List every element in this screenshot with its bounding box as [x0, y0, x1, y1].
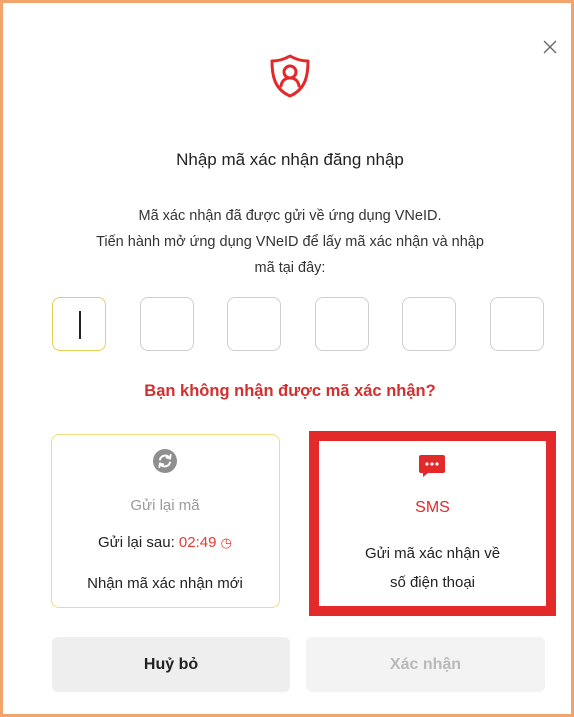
resend-countdown: Gửi lại sau: 02:49 ◷ [52, 534, 278, 551]
countdown-label: Gửi lại sau: [98, 534, 175, 551]
otp-input-group [52, 297, 546, 353]
resend-subtitle: Nhận mã xác nhận mới [87, 575, 243, 592]
text-caret [79, 311, 81, 339]
close-button[interactable] [539, 36, 561, 58]
otp-digit-3[interactable] [227, 297, 281, 351]
sms-description-line: số điện thoại [389, 574, 476, 591]
clock-icon: ◷ [220, 535, 232, 550]
sms-title: SMS [415, 499, 450, 516]
description-line: Tiến hành mở ứng dụng VNeID để lấy mã xá… [96, 234, 484, 250]
resend-code-card[interactable]: Gửi lại mã Gửi lại sau: 02:49 ◷ Nhận mã … [51, 434, 280, 608]
otp-digit-4[interactable] [315, 297, 369, 351]
no-code-prompt: Bạn không nhận được mã xác nhận? [144, 382, 436, 400]
sms-description-line: Gửi mã xác nhận về [364, 545, 501, 562]
shield-user-icon [270, 54, 310, 98]
countdown-timer: 02:49 [178, 534, 217, 551]
otp-dialog: Nhập mã xác nhận đăng nhập Mã xác nhận đ… [0, 0, 574, 717]
description-line: mã tại đây: [254, 260, 326, 276]
otp-digit-1[interactable] [52, 297, 106, 351]
confirm-button[interactable]: Xác nhận [306, 637, 545, 692]
otp-digit-6[interactable] [490, 297, 544, 351]
description-line: Mã xác nhận đã được gửi về ứng dụng VNeI… [138, 208, 442, 224]
refresh-icon [153, 449, 177, 473]
otp-digit-2[interactable] [140, 297, 194, 351]
dialog-description: Mã xác nhận đã được gửi về ứng dụng VNeI… [63, 203, 517, 281]
cancel-button[interactable]: Huỷ bỏ [52, 637, 290, 692]
dialog-title: Nhập mã xác nhận đăng nhập [176, 150, 404, 169]
sms-message-icon [419, 455, 445, 477]
close-icon [543, 40, 557, 54]
resend-title: Gửi lại mã [130, 497, 200, 514]
sms-option-card[interactable]: SMS Gửi mã xác nhận về số điện thoại [309, 431, 556, 616]
sms-description: Gửi mã xác nhận về số điện thoại [319, 539, 546, 597]
otp-digit-5[interactable] [402, 297, 456, 351]
